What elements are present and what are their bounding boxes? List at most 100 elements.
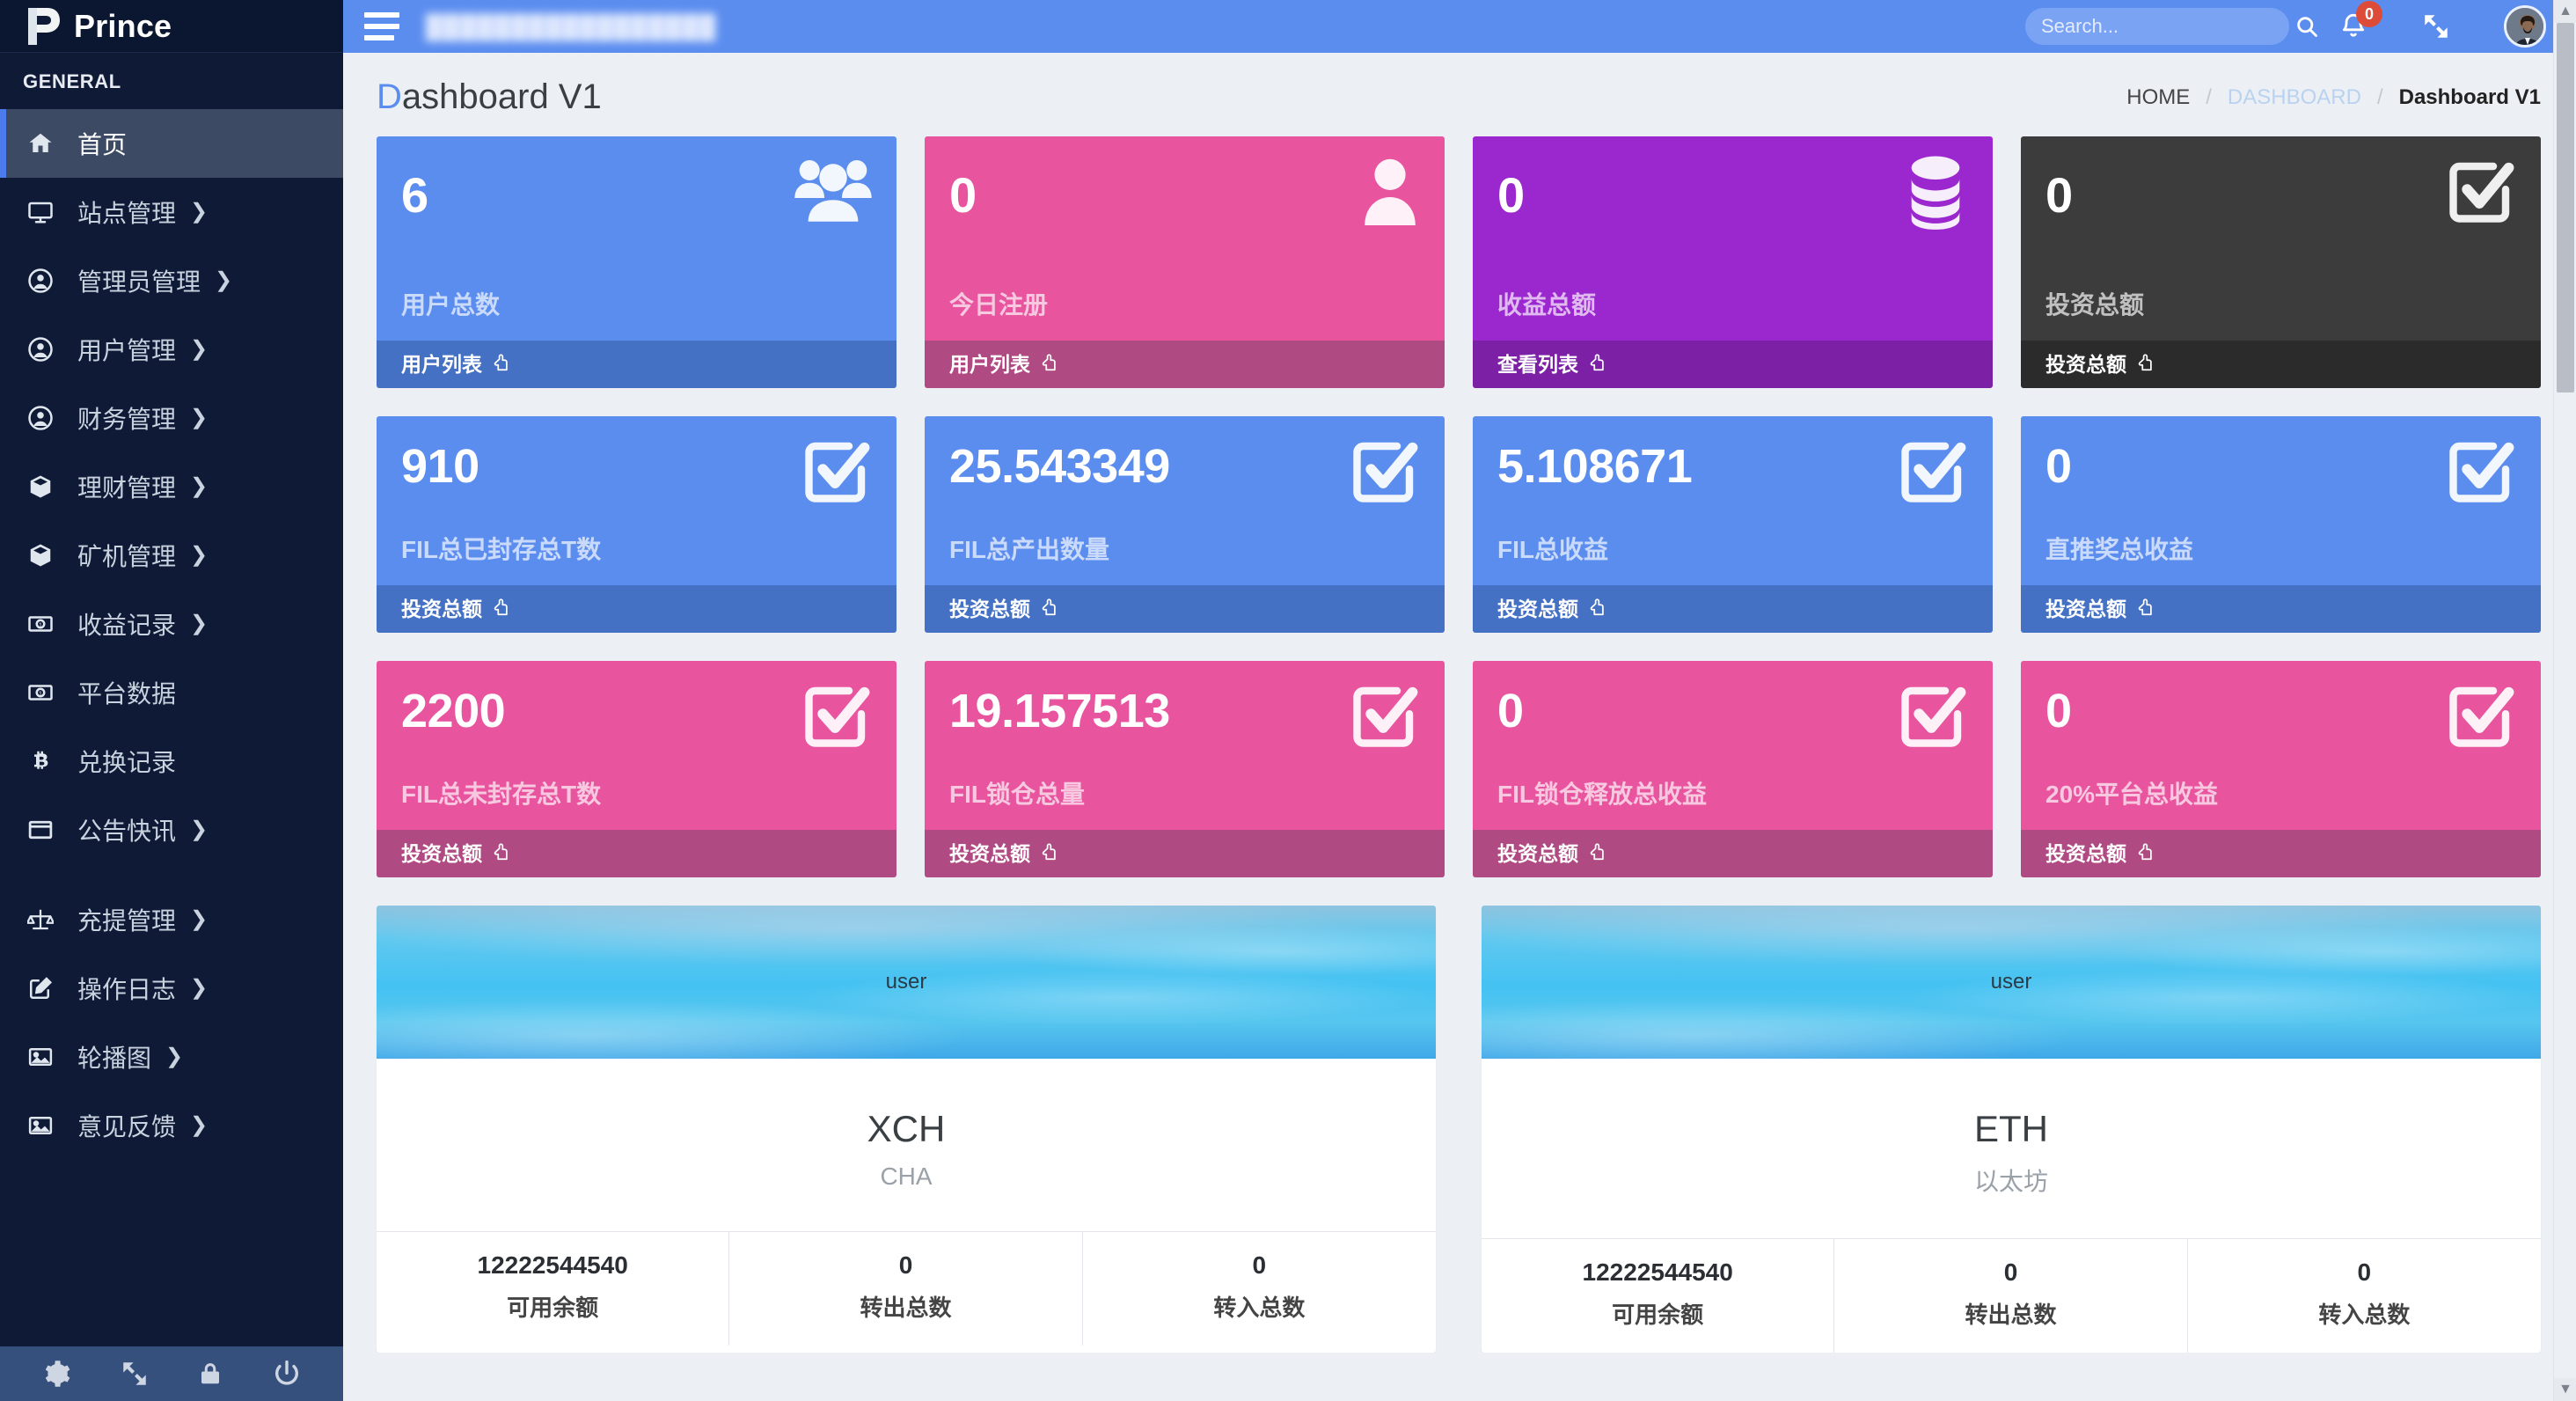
sidebar-item-home[interactable]: 首页 [0,109,343,178]
brand-header[interactable]: Prince [0,0,343,53]
chevron-right-icon: ❯ [190,976,209,1000]
user-circle-icon [23,405,58,431]
sidebar-item-platform-data[interactable]: 1 平台数据 [0,658,343,727]
sidebar-item-feedback[interactable]: 意见反馈 ❯ [0,1091,343,1160]
notifications-bell[interactable]: 0 [2338,1,2382,41]
sidebar-item-exchange-record[interactable]: 兑换记录 [0,727,343,796]
chevron-right-icon: ❯ [190,818,209,841]
stat-card-footer[interactable]: 投资总额 [377,585,896,633]
stat-card-total-earnings[interactable]: 0 收益总额 查看列表 [1473,136,1993,388]
wallet-stat-key: 可用余额 [507,1295,599,1321]
avatar[interactable] [2504,5,2546,48]
stat-card-fil-lock-release-earnings[interactable]: 0 FIL锁仓释放总收益 投资总额 [1473,661,1993,877]
breadcrumb-separator: / [2206,84,2212,109]
chevron-right-icon: ❯ [190,474,209,498]
sidebar-item-deposit-withdraw[interactable]: 充提管理 ❯ [0,885,343,954]
sidebar-item-label: 矿机管理 [77,543,177,570]
stat-footer-label: 用户列表 [401,353,482,376]
stat-card-total-investment[interactable]: 0 投资总额 投资总额 [2021,136,2541,388]
sidebar-item-carousel[interactable]: 轮播图 ❯ [0,1023,343,1091]
prince-p-logo-icon [23,6,62,47]
wallet-subtitle: CHA [880,1163,933,1190]
stat-card-footer[interactable]: 投资总额 [2021,585,2541,633]
sidebar-item-user-management[interactable]: 用户管理 ❯ [0,315,343,384]
balance-scale-icon [23,906,58,933]
stat-card-fil-total-earnings[interactable]: 5.108671 FIL总收益 投资总额 [1473,416,1993,633]
stat-card-body: 2200 FIL总未封存总T数 [377,661,896,830]
stat-card-footer[interactable]: 查看列表 [1473,341,1993,388]
breadcrumb-dashboard[interactable]: DASHBOARD [2228,85,2361,110]
stat-card-fil-total-output[interactable]: 25.543349 FIL总产出数量 投资总额 [925,416,1445,633]
power-off-icon[interactable] [272,1359,302,1389]
stat-card-footer[interactable]: 投资总额 [925,585,1445,633]
page-scrollbar[interactable]: ▲ ▼ [2553,0,2576,1401]
sidebar-item-operation-log[interactable]: 操作日志 ❯ [0,954,343,1023]
check-square-icon [1896,434,1970,514]
stat-label: 20%平台总收益 [2045,781,2219,808]
sidebar-item-label: 理财管理 [77,474,177,502]
check-square-icon [800,434,874,514]
sidebar-item-finance-management[interactable]: 财务管理 ❯ [0,384,343,452]
sidebar-item-admin-management[interactable]: 管理员管理 ❯ [0,246,343,315]
scroll-up-arrow[interactable]: ▲ [2554,0,2576,23]
scrollbar-thumb[interactable] [2557,23,2574,392]
stat-card-total-users[interactable]: 6 用户总数 用户列表 [377,136,896,388]
hand-point-up-icon [491,597,510,618]
sidebar-item-label: 首页 [77,131,128,158]
sidebar-item-label: 操作日志 [77,976,177,1003]
breadcrumb-separator: / [2376,84,2383,109]
stat-card-platform-20-percent-earnings[interactable]: 0 20%平台总收益 投资总额 [2021,661,2541,877]
wallet-stat-value: 0 [2357,1258,2372,1286]
search-icon[interactable] [2294,14,2319,39]
gear-icon[interactable] [41,1359,71,1389]
sidebar-item-label: 管理员管理 [77,268,201,296]
sidebar-item-announcements[interactable]: 公告快讯 ❯ [0,796,343,864]
sidebar-item-site-management[interactable]: 站点管理 ❯ [0,178,343,246]
stat-card-today-registrations[interactable]: 0 今日注册 用户列表 [925,136,1445,388]
stat-card-body: 0 投资总额 [2021,136,2541,341]
wallet-banner: user [1482,906,2541,1059]
window-icon [23,817,58,843]
breadcrumb-home[interactable]: HOME [2126,85,2190,110]
sidebar-item-wealth-management[interactable]: 理财管理 ❯ [0,452,343,521]
stat-card-footer[interactable]: 投资总额 [1473,830,1993,877]
wallet-stat-value: 12222544540 [1582,1258,1733,1286]
search-input[interactable] [2041,15,2294,38]
edit-note-icon [23,975,58,1001]
stat-card-direct-referral-rewards[interactable]: 0 直推奖总收益 投资总额 [2021,416,2541,633]
wallet-stat-value: 0 [2003,1258,2018,1286]
wallet-stat: 0 转入总数 [1083,1232,1436,1346]
sidebar-item-miner-management[interactable]: 矿机管理 ❯ [0,521,343,590]
cube-icon [23,542,58,568]
stat-card-footer[interactable]: 用户列表 [925,341,1445,388]
hamburger-icon[interactable] [364,12,403,40]
stat-card-footer[interactable]: 用户列表 [377,341,896,388]
lock-icon[interactable] [197,1359,223,1389]
stat-card-footer[interactable]: 投资总额 [925,830,1445,877]
stat-card-footer[interactable]: 投资总额 [377,830,896,877]
stat-card-footer[interactable]: 投资总额 [2021,830,2541,877]
expand-arrows-icon[interactable] [120,1359,150,1389]
page-title-rest: ashboard V1 [401,77,602,116]
bitcoin-icon [23,748,58,774]
search-box[interactable] [2025,8,2317,45]
wallet-stat: 12222544540 可用余额 [1482,1239,1835,1353]
stat-label: FIL总收益 [1497,536,1608,563]
stat-card-body: 5.108671 FIL总收益 [1473,416,1993,585]
stat-card-body: 0 直推奖总收益 [2021,416,2541,585]
stat-card-fil-unsealed-t[interactable]: 2200 FIL总未封存总T数 投资总额 [377,661,896,877]
scroll-down-arrow[interactable]: ▼ [2554,1378,2576,1401]
stat-card-footer[interactable]: 投资总额 [2021,341,2541,388]
sidebar-item-label: 意见反馈 [77,1113,177,1141]
sidebar-item-label: 轮播图 [77,1045,152,1072]
wallet-identity: XCH CHA [377,1059,1436,1231]
stat-card-fil-locked-total[interactable]: 19.157513 FIL锁仓总量 投资总额 [925,661,1445,877]
stat-card-footer[interactable]: 投资总额 [1473,585,1993,633]
sidebar: Prince GENERAL 首页 站点管理 ❯ 管理员管理 ❯ 用户管理 ❯ … [0,0,343,1401]
stat-card-fil-sealed-t[interactable]: 910 FIL总已封存总T数 投资总额 [377,416,896,633]
fullscreen-toggle[interactable] [2421,11,2451,41]
stat-card-body: 0 今日注册 [925,136,1445,341]
user-circle-icon [23,336,58,363]
brand-name: Prince [74,7,172,44]
sidebar-item-earnings-record[interactable]: 1 收益记录 ❯ [0,590,343,658]
